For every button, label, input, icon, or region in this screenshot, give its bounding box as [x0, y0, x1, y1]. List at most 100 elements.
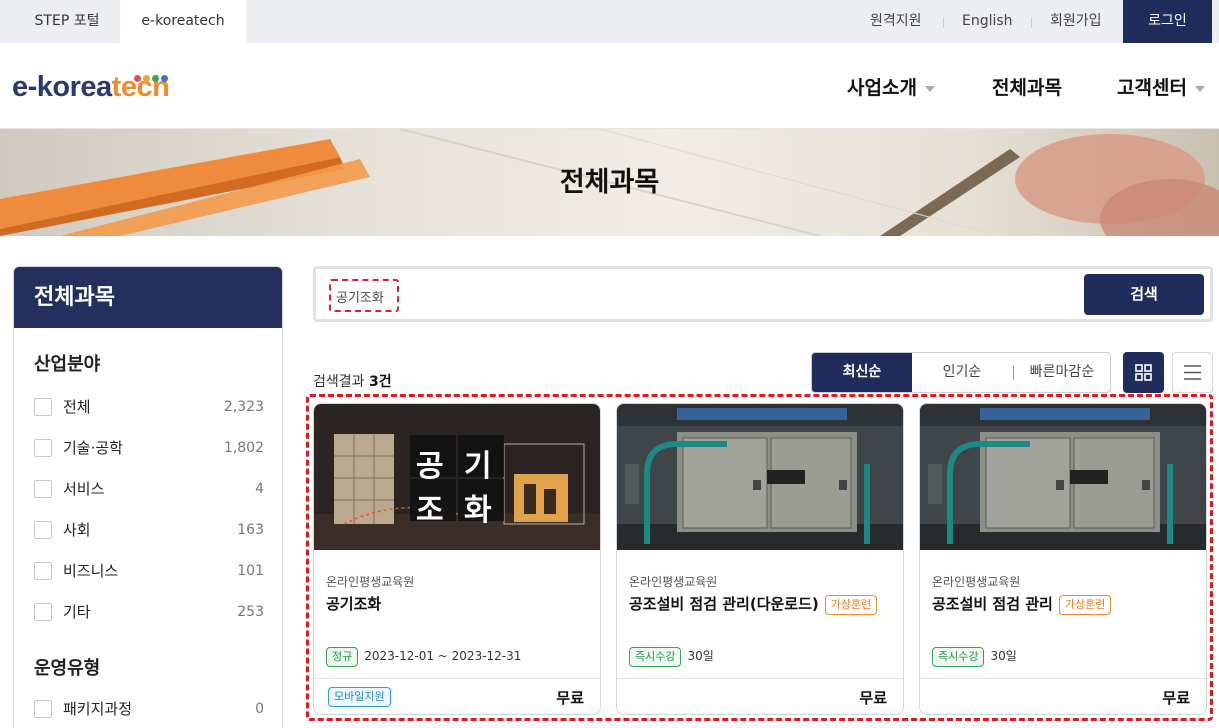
nav-label: 사업소개 — [847, 77, 917, 99]
course-card[interactable]: 공 기 조 화 온라인평생교육원 공기조화 정규 2023-12-01 ~ 202… — [313, 403, 601, 715]
grid-view-button[interactable] — [1123, 352, 1164, 393]
list-view-button[interactable] — [1172, 352, 1213, 393]
virtual-training-badge: 가상훈련 — [1058, 595, 1112, 615]
course-card[interactable]: 온라인평생교육원 공조설비 점검 관리(다운로드) 가상훈련 즉시수강 30일 무료 — [616, 403, 904, 715]
chevron-down-icon — [1194, 85, 1205, 92]
course-title-text: 공기조화 — [326, 595, 382, 613]
filter-label: 기타 — [63, 603, 91, 621]
tab-step-portal[interactable]: STEP 포털 — [14, 0, 120, 43]
sort-deadline[interactable]: 빠른마감순 — [1014, 353, 1110, 392]
filter-item-package[interactable]: 패키지과정 0 — [34, 699, 264, 719]
course-thumbnail — [617, 404, 903, 550]
filter-item-society[interactable]: 사회 163 — [34, 520, 264, 540]
divider — [314, 678, 600, 679]
instant-badge: 즉시수강 — [629, 647, 682, 667]
checkbox[interactable] — [34, 562, 52, 580]
period-text: 2023-12-01 ~ 2023-12-31 — [364, 649, 522, 663]
remote-support-link[interactable]: 원격지원 — [870, 0, 922, 43]
filter-count: 0 — [255, 701, 264, 717]
sort-popular[interactable]: 인기순 — [912, 353, 1012, 392]
divider — [617, 678, 903, 679]
course-period: 정규 2023-12-01 ~ 2023-12-31 — [326, 645, 522, 667]
nav-all-courses[interactable]: 전체과목 — [992, 73, 1062, 100]
filter-label: 비즈니스 — [63, 562, 119, 580]
virtual-training-badge: 가상훈련 — [824, 595, 878, 615]
course-card[interactable]: 온라인평생교육원 공조설비 점검 관리 가상훈련 즉시수강 30일 무료 — [919, 403, 1207, 715]
course-period: 즉시수강 30일 — [629, 645, 714, 667]
filter-label: 서비스 — [63, 480, 105, 498]
section-industry-title: 산업분야 — [34, 354, 101, 375]
thumb-text: 화 — [464, 493, 492, 528]
course-thumbnail: 공 기 조 화 — [314, 404, 600, 550]
course-org: 온라인평생교육원 — [932, 575, 1021, 589]
divider — [943, 17, 944, 28]
checkbox[interactable] — [34, 398, 52, 416]
signup-link[interactable]: 회원가입 — [1050, 0, 1102, 43]
course-org: 온라인평생교육원 — [629, 575, 718, 589]
course-thumbnail — [920, 404, 1206, 550]
checkbox[interactable] — [34, 439, 52, 457]
nav-business-intro[interactable]: 사업소개 — [847, 73, 935, 100]
thumb-text: 기 — [464, 449, 492, 484]
course-period: 즉시수강 30일 — [932, 645, 1017, 667]
login-button[interactable]: 로그인 — [1123, 0, 1212, 43]
filter-count: 253 — [237, 604, 264, 620]
course-title[interactable]: 공기조화 — [326, 593, 381, 614]
divider — [920, 678, 1206, 679]
filter-item-etc[interactable]: 기타 253 — [34, 602, 264, 622]
sort-toggle: 최신순 인기순 빠른마감순 — [811, 352, 1111, 393]
divider — [1031, 17, 1032, 28]
top-utility-bar: STEP 포털 e-koreatech 원격지원 English 회원가입 로그… — [0, 0, 1219, 43]
logo-text-part1: e-korea — [12, 71, 112, 103]
filter-label: 패키지과정 — [63, 700, 133, 718]
mobile-badge: 모바일지원 — [328, 687, 391, 707]
search-bar: 검색 — [313, 266, 1213, 322]
period-text: 30일 — [687, 649, 714, 663]
search-input[interactable] — [336, 281, 476, 311]
instant-badge: 즉시수강 — [932, 647, 985, 667]
result-count: 검색결과 3건 — [313, 371, 392, 391]
course-title-text: 공조설비 점검 관리(다운로드) — [629, 595, 819, 613]
thumb-text: 공 — [416, 449, 444, 484]
checkbox[interactable] — [34, 521, 52, 539]
filter-item-service[interactable]: 서비스 4 — [34, 479, 264, 499]
thumb-text: 조 — [416, 493, 444, 528]
tab-e-koreatech[interactable]: e-koreatech — [120, 0, 246, 43]
sort-latest[interactable]: 최신순 — [812, 353, 912, 392]
checkbox[interactable] — [34, 480, 52, 498]
nav-label: 고객센터 — [1117, 77, 1187, 99]
filter-item-engineering[interactable]: 기술·공학 1,802 — [34, 438, 264, 458]
english-link[interactable]: English — [962, 0, 1013, 43]
period-text: 30일 — [990, 649, 1017, 663]
site-header: e-koreatech 사업소개 전체과목 고객센터 — [0, 43, 1219, 129]
filter-item-business[interactable]: 비즈니스 101 — [34, 561, 264, 581]
regular-badge: 정규 — [326, 647, 359, 667]
result-count-label: 검색결과 — [313, 374, 365, 390]
filter-count: 4 — [255, 481, 264, 497]
course-title-text: 공조설비 점검 관리 — [932, 595, 1053, 613]
search-button[interactable]: 검색 — [1084, 274, 1204, 315]
checkbox[interactable] — [34, 603, 52, 621]
filter-count: 163 — [237, 522, 264, 538]
nav-customer-center[interactable]: 고객센터 — [1117, 73, 1205, 100]
filter-count: 101 — [237, 563, 264, 579]
chevron-down-icon — [924, 85, 935, 92]
section-operation-title: 운영유형 — [34, 658, 101, 679]
course-price: 무료 — [556, 689, 584, 707]
course-price: 무료 — [1162, 689, 1190, 707]
filter-label: 전체 — [63, 398, 91, 416]
course-org: 온라인평생교육원 — [326, 575, 415, 589]
filter-label: 기술·공학 — [63, 439, 123, 457]
sidebar-title: 전체과목 — [14, 267, 282, 328]
filter-count: 1,802 — [223, 440, 264, 456]
grid-icon — [1135, 364, 1152, 381]
logo-dots-icon — [134, 67, 170, 86]
course-price: 무료 — [859, 689, 887, 707]
page-banner: 전체과목 — [0, 129, 1219, 236]
filter-item-all[interactable]: 전체 2,323 — [34, 397, 264, 417]
course-title[interactable]: 공조설비 점검 관리(다운로드) 가상훈련 — [629, 593, 878, 615]
filter-count: 2,323 — [223, 399, 264, 415]
course-title[interactable]: 공조설비 점검 관리 가상훈련 — [932, 593, 1112, 615]
category-sidebar: 전체과목 산업분야 전체 2,323 기술·공학 1,802 서비스 4 사회 … — [13, 266, 283, 728]
checkbox[interactable] — [34, 700, 52, 718]
